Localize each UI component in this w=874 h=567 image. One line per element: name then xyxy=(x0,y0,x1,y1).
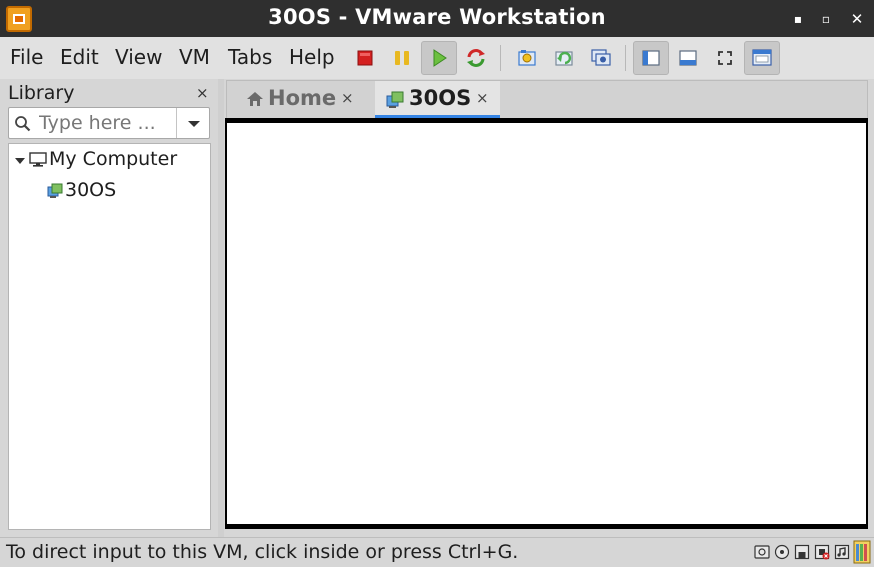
toolbar-separator xyxy=(500,45,501,71)
tree-label-vm: 30OS xyxy=(65,179,117,201)
revert-snapshot-button[interactable] xyxy=(546,41,582,75)
menu-file[interactable]: File xyxy=(10,45,43,69)
tab-home-close-button[interactable]: × xyxy=(341,89,354,107)
cd-dvd-icon[interactable] xyxy=(774,544,790,560)
menu-toolbar: File Edit View VM Tabs Help xyxy=(0,37,874,79)
search-icon xyxy=(15,116,31,132)
hard-disk-icon[interactable] xyxy=(754,544,770,560)
revert-snapshot-icon xyxy=(555,51,573,66)
menu-help[interactable]: Help xyxy=(289,45,335,69)
library-search-input[interactable] xyxy=(39,111,177,135)
status-bar: To direct input to this VM, click inside… xyxy=(0,537,874,567)
window-title: 30OS - VMware Workstation xyxy=(268,5,606,29)
menu-edit[interactable]: Edit xyxy=(60,45,99,69)
power-off-button[interactable] xyxy=(347,41,383,75)
power-on-button[interactable] xyxy=(421,41,457,75)
restart-button[interactable] xyxy=(458,41,494,75)
library-panel: Library × My Computer 30OS xyxy=(0,79,218,537)
sound-card-icon[interactable] xyxy=(834,544,850,560)
maximize-button[interactable]: ▫ xyxy=(817,10,835,28)
tab-vm[interactable]: 30OS × xyxy=(375,81,500,118)
unity-console-view-icon xyxy=(752,49,772,66)
menu-view[interactable]: View xyxy=(115,45,162,69)
menu-vm[interactable]: VM xyxy=(179,45,210,69)
tab-home[interactable]: Home × xyxy=(234,81,374,118)
library-title: Library xyxy=(8,82,75,104)
power-on-icon xyxy=(433,49,447,67)
library-search-box xyxy=(8,107,210,139)
suspend-icon xyxy=(395,51,409,65)
show-library-button[interactable] xyxy=(633,41,669,75)
take-snapshot-icon xyxy=(518,50,536,66)
take-snapshot-button[interactable] xyxy=(509,41,545,75)
panel-splitter[interactable] xyxy=(218,79,224,537)
unity-console-view-button[interactable] xyxy=(744,41,780,75)
full-screen-icon xyxy=(718,51,732,65)
computer-icon xyxy=(29,152,47,167)
message-log-icon[interactable] xyxy=(853,540,871,564)
tree-label-my-computer: My Computer xyxy=(49,148,178,170)
minimize-button[interactable]: ▪ xyxy=(789,10,807,28)
tab-home-label: Home xyxy=(268,86,337,110)
tree-expand-toggle[interactable] xyxy=(15,158,25,164)
vm-icon xyxy=(47,183,63,198)
snapshot-manager-button[interactable] xyxy=(583,41,619,75)
tab-vm-label: 30OS xyxy=(409,86,472,110)
network-adapter-icon[interactable] xyxy=(814,544,830,560)
snapshot-manager-icon xyxy=(591,49,611,66)
home-icon xyxy=(247,92,263,106)
library-close-button[interactable]: × xyxy=(196,84,209,102)
status-message: To direct input to this VM, click inside… xyxy=(6,541,519,563)
menu-tabs[interactable]: Tabs xyxy=(228,45,272,69)
library-tree: My Computer 30OS xyxy=(8,143,211,530)
chevron-down-icon xyxy=(188,121,200,127)
suspend-button[interactable] xyxy=(384,41,420,75)
close-window-button[interactable]: ✕ xyxy=(848,10,866,28)
full-screen-button[interactable] xyxy=(707,41,743,75)
show-thumbnail-bar-button[interactable] xyxy=(670,41,706,75)
title-bar: 30OS - VMware Workstation ▪ ▫ ✕ xyxy=(0,0,874,37)
power-off-icon xyxy=(357,50,373,66)
vm-console-display[interactable] xyxy=(225,118,868,529)
search-dropdown-button[interactable] xyxy=(176,108,210,138)
restart-icon xyxy=(467,49,485,67)
tab-vm-close-button[interactable]: × xyxy=(476,89,489,107)
vm-icon xyxy=(386,91,404,108)
show-thumbnail-bar-icon xyxy=(679,50,697,66)
floppy-icon[interactable] xyxy=(794,544,810,560)
show-library-icon xyxy=(642,50,660,66)
tab-bar: Home × 30OS × xyxy=(224,79,874,119)
toolbar-separator xyxy=(625,45,626,71)
